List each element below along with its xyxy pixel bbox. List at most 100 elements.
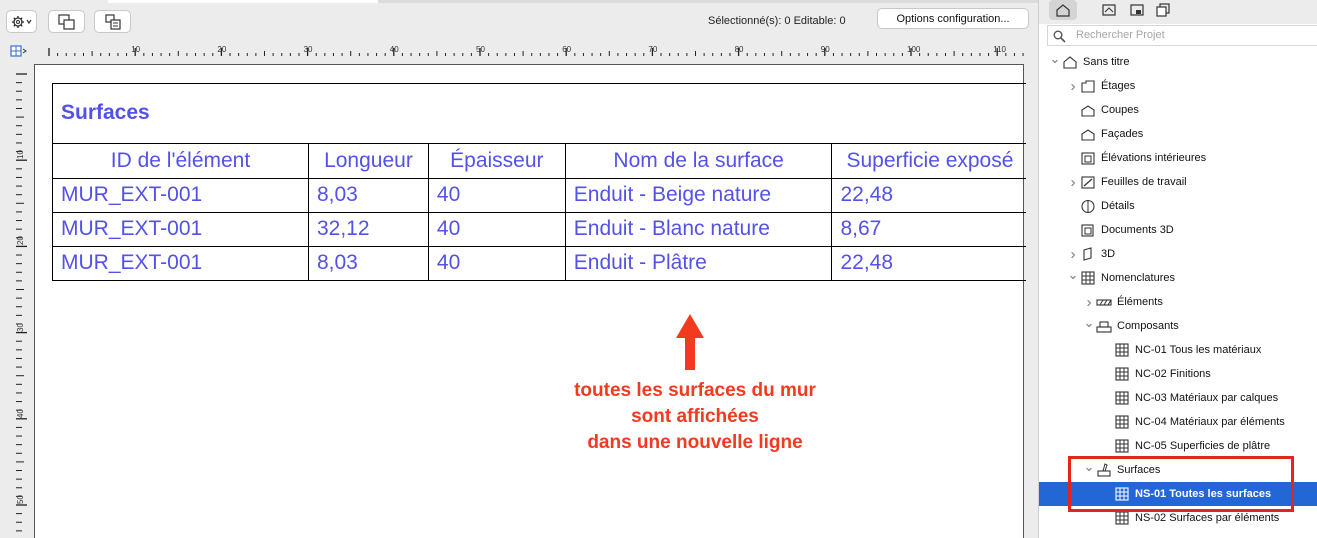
ruler-label: 20 — [217, 45, 227, 54]
cell-exposed-area[interactable]: 22,48 — [832, 246, 1026, 280]
annotation-line: toutes les surfaces du mur — [574, 380, 816, 401]
ruler-label: 90 — [820, 45, 830, 54]
tab-project-map[interactable] — [1049, 0, 1077, 20]
cell-thickness[interactable]: 40 — [428, 212, 566, 247]
tree-item[interactable]: ⌄ Nomenclatures — [1039, 266, 1317, 290]
ruler-label: 20 — [15, 236, 25, 246]
ruler-label: 60 — [562, 45, 572, 54]
ruler-label: 10 — [15, 150, 25, 160]
project-search[interactable] — [1047, 25, 1317, 46]
floors-icon — [1079, 78, 1097, 94]
fit-window-icon — [57, 13, 75, 30]
table-row[interactable]: MUR_EXT-001 8,03 40 Enduit - Plâtre 22,4… — [53, 246, 1026, 280]
tree-item[interactable]: Détails — [1039, 194, 1317, 218]
column-header[interactable]: Longueur — [308, 144, 429, 179]
ruler-label: 50 — [476, 45, 485, 54]
tree-item-label: NC-01 Tous les matériaux — [1135, 344, 1262, 356]
cell-length[interactable]: 8,03 — [308, 178, 429, 213]
tree-item-label: NC-04 Matériaux par éléments — [1135, 416, 1285, 428]
tree-item[interactable]: › 3D — [1039, 242, 1317, 266]
tree-item[interactable]: NC-04 Matériaux par éléments — [1039, 410, 1317, 434]
chevron-right-icon[interactable]: › — [1083, 294, 1095, 311]
ruler-label: 80 — [734, 45, 744, 54]
cell-surface-name[interactable]: Enduit - Beige nature — [565, 178, 833, 213]
schedule-table: Surfaces ID de l'élément Longueur Épaiss… — [52, 83, 1026, 281]
column-header[interactable]: Superficie exposé — [831, 144, 1026, 179]
options-configuration-button[interactable]: Options configuration... — [877, 8, 1029, 29]
ruler-label: 10 — [131, 45, 141, 54]
column-header[interactable]: Nom de la surface — [565, 144, 833, 179]
tree-item[interactable]: › Éléments — [1039, 290, 1317, 314]
column-header[interactable]: Épaisseur — [428, 144, 566, 179]
elements-icon — [1095, 294, 1113, 310]
tab-layout-book[interactable] — [1123, 0, 1151, 20]
cell-thickness[interactable]: 40 — [428, 246, 566, 280]
cell-element-id[interactable]: MUR_EXT-001 — [53, 178, 309, 213]
tree-item[interactable]: NC-02 Finitions — [1039, 362, 1317, 386]
cell-exposed-area[interactable]: 8,67 — [831, 212, 1026, 247]
cell-element-id[interactable]: MUR_EXT-001 — [53, 246, 309, 280]
annotation-text: toutes les surfaces du mur sont affichée… — [520, 378, 870, 456]
column-header[interactable]: ID de l'élément — [53, 144, 309, 179]
tree-item[interactable]: NC-01 Tous les matériaux — [1039, 338, 1317, 362]
worksheet-icon — [1079, 174, 1097, 190]
tree-item-label: NC-02 Finitions — [1135, 368, 1211, 380]
schedule-icon — [1079, 270, 1097, 286]
settings-button[interactable] — [6, 10, 37, 33]
chevron-right-icon[interactable]: › — [1067, 246, 1079, 263]
cell-surface-name[interactable]: Enduit - Blanc nature — [565, 212, 833, 247]
stacking-button[interactable] — [94, 10, 131, 33]
tree-item[interactable]: Élévations intérieures — [1039, 146, 1317, 170]
tree-item-label: NC-03 Matériaux par calques — [1135, 392, 1279, 404]
view-map-icon — [1102, 4, 1116, 16]
cell-exposed-area[interactable]: 22,48 — [831, 178, 1026, 213]
tree-item[interactable]: ⌄ Sans titre — [1039, 50, 1317, 74]
tree-item[interactable]: ⌄ Composants — [1039, 314, 1317, 338]
table-row[interactable]: MUR_EXT-001 8,03 40 Enduit - Beige natur… — [53, 178, 1026, 213]
house-icon — [1056, 4, 1070, 17]
tree-item[interactable]: › Feuilles de travail — [1039, 170, 1317, 194]
navigator-tabs — [1039, 0, 1317, 24]
annotation-highlight-box — [1068, 456, 1294, 512]
ruler-label: 40 — [15, 408, 25, 418]
chevron-down-icon[interactable]: ⌄ — [1049, 51, 1061, 67]
tree-item[interactable]: Coupes — [1039, 98, 1317, 122]
tree-item-label: NS-02 Surfaces par éléments — [1135, 512, 1280, 524]
cell-length[interactable]: 32,12 — [308, 212, 429, 247]
ruler-origin-icon[interactable] — [8, 42, 30, 60]
cell-length[interactable]: 8,03 — [308, 246, 429, 280]
annotation-line: dans une nouvelle ligne — [587, 432, 803, 453]
stack-icon — [104, 13, 121, 30]
ruler-label: 100 — [907, 45, 921, 54]
tab-view-map[interactable] — [1095, 0, 1123, 20]
tree-item[interactable]: › Étages — [1039, 74, 1317, 98]
chevron-down-icon[interactable]: ⌄ — [1083, 315, 1095, 331]
tree-item[interactable]: Documents 3D — [1039, 218, 1317, 242]
search-input[interactable] — [1076, 29, 1306, 41]
schedule-canvas[interactable]: Surfaces ID de l'élément Longueur Épaiss… — [34, 64, 1026, 538]
chevron-down-icon[interactable]: ⌄ — [1067, 267, 1079, 283]
cell-surface-name[interactable]: Enduit - Plâtre — [565, 246, 833, 280]
schedule-grid: ID de l'élément Longueur Épaisseur Nom d… — [53, 144, 1026, 280]
tree-item-label: Feuilles de travail — [1101, 176, 1187, 188]
cell-thickness[interactable]: 40 — [428, 178, 566, 213]
tree-item[interactable]: Façades — [1039, 122, 1317, 146]
tree-item[interactable]: NC-03 Matériaux par calques — [1039, 386, 1317, 410]
cell-element-id[interactable]: MUR_EXT-001 — [53, 212, 309, 247]
schedule-icon — [1113, 414, 1131, 430]
tree-item[interactable]: NC-05 Superficies de plâtre — [1039, 434, 1317, 458]
components-icon — [1095, 318, 1113, 334]
document-tab-active[interactable] — [108, 0, 378, 3]
schedule-icon — [1113, 342, 1131, 358]
ruler-ticks — [48, 48, 1024, 56]
chevron-right-icon[interactable]: › — [1067, 174, 1079, 191]
annotation-line: sont affichées — [631, 406, 759, 427]
tab-publisher-sets[interactable] — [1149, 0, 1177, 20]
document-tab[interactable] — [378, 0, 1038, 3]
table-row[interactable]: MUR_EXT-001 32,12 40 Enduit - Blanc natu… — [53, 212, 1026, 247]
chevron-right-icon[interactable]: › — [1067, 78, 1079, 95]
tree-item-label: Sans titre — [1083, 56, 1130, 68]
toolbar: Sélectionné(s): 0 Editable: 0 Options co… — [0, 0, 1038, 38]
elevation-icon — [1079, 126, 1097, 142]
fit-in-window-button[interactable] — [48, 10, 85, 33]
